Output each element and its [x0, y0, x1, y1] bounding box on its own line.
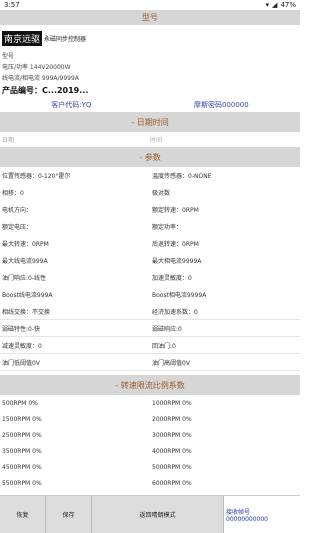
ratio-item: 3500RPM 0% [2, 447, 42, 455]
voltage-power: 电压/功率 144V20000W [2, 64, 71, 71]
ratio-item: 1500RPM 0% [2, 415, 42, 423]
param-item: 油门高阈值0V [150, 354, 300, 371]
param-item: 弱磁响应:0 [150, 320, 300, 337]
morse-code: 摩斯密码000000 [193, 101, 249, 109]
brand-name: 南京远驱 [2, 31, 43, 46]
customer-code: 客户代码:YQ [51, 101, 92, 109]
param-item: 最大转速：0RPM [2, 241, 49, 248]
info-block: 南京远驱 永磁同步控制器 型号 电压/功率 144V20000W 线电流/相电流… [0, 25, 300, 97]
param-item: 加速灵敏度：0 [152, 275, 192, 282]
param-item: 额定功率： [152, 224, 183, 231]
wifi-icon: ▾ [265, 1, 270, 9]
current-info: 线电流/相电流 999A/9999A [2, 75, 79, 82]
return-button[interactable]: 返回晴朗模式 [92, 496, 224, 533]
receive-frame: 接收帧号 00000000000 [224, 496, 300, 533]
param-item: 油门低阈值0V [0, 354, 150, 371]
ratio-item: 1000RPM 0% [152, 399, 192, 407]
status-icons: ▾ ◢ 47% [266, 1, 296, 9]
param-item: 位置传感器：0-120°霍尔 [2, 173, 71, 180]
param-item: Boost相电流9999A [152, 292, 207, 299]
date-row: 日期 时间 [0, 132, 300, 147]
receive-value: 00000000000 [226, 515, 268, 523]
ratio-item: 2000RPM 0% [152, 415, 192, 423]
param-item: 回油门:0 [150, 337, 300, 354]
ratio-item: 4500RPM 0% [2, 463, 42, 471]
restore-button[interactable]: 恢复 [0, 496, 46, 533]
param-item: 温度传感器：0-NONE [152, 173, 212, 180]
ratio-item: 5500RPM 0% [2, 479, 42, 487]
time-label: 时间 [150, 137, 163, 144]
param-item: 最大相电流9999A [152, 258, 202, 265]
brand-subtitle: 永磁同步控制器 [44, 36, 87, 43]
param-grid: 位置传感器：0-120°霍尔 温度传感器：0-NONE 相移：0 极对数电机方向： 额定… [0, 167, 300, 371]
param-header: - 参数 [0, 147, 300, 167]
date-header: - 日期时间 [0, 112, 300, 132]
param-item: 油门响应:0-线性 [2, 275, 47, 282]
ratio-item: 2500RPM 0% [2, 431, 42, 439]
param-item: 减速灵敏度：0 [0, 337, 150, 354]
param-item: 弱磁特性:0-快 [0, 320, 150, 337]
ratio-item: 500RPM 0% [2, 399, 38, 407]
ratio-grid: 500RPM 0% 1000RPM 0% 1500RPM 0% 2000RPM 0% 2… [0, 395, 300, 491]
save-button[interactable]: 保存 [46, 496, 92, 533]
ratio-item: 5000RPM 0% [152, 463, 192, 471]
param-item: 额定转速：0RPM [152, 207, 199, 214]
ratio-item: 6000RPM 0% [152, 479, 192, 487]
param-item: 电机方向： [2, 207, 33, 214]
param-item: 相移：0 [2, 190, 24, 197]
param-item: 极对数 [152, 190, 171, 197]
ratio-header: - 转速限流比例系数 [0, 375, 300, 395]
model-header: 型号 [0, 10, 300, 25]
date-label: 日期 [2, 137, 15, 144]
param-item: 最大线电流999A [2, 258, 48, 265]
model-label: 型号 [2, 53, 15, 60]
param-item: 后退转速：0RPM [152, 241, 199, 248]
receive-label: 接收帧号 [226, 508, 251, 516]
param-item: 相线交换：不交换 [0, 303, 150, 320]
param-item: 额定电压： [2, 224, 33, 231]
status-time: 3:57 [4, 1, 20, 9]
status-bar: 3:57 ▾ ◢ 47% [0, 0, 300, 10]
ratio-item: 3000RPM 0% [152, 431, 192, 439]
param-item: Boost线电流999A [2, 292, 53, 299]
bottom-bar: 恢复 保存 返回晴朗模式 接收帧号 00000000000 [0, 495, 300, 533]
product-number: 产品编号：C...2019... [2, 86, 89, 95]
code-row: 客户代码:YQ 摩斯密码000000 [0, 97, 300, 112]
brand-row: 南京远驱 永磁同步控制器 [2, 31, 298, 46]
ratio-item: 4000RPM 0% [152, 447, 192, 455]
signal-icon: ◢ [272, 1, 278, 9]
battery-text: 47% [280, 1, 296, 9]
param-item: 经济加速系数：0 [150, 303, 300, 320]
